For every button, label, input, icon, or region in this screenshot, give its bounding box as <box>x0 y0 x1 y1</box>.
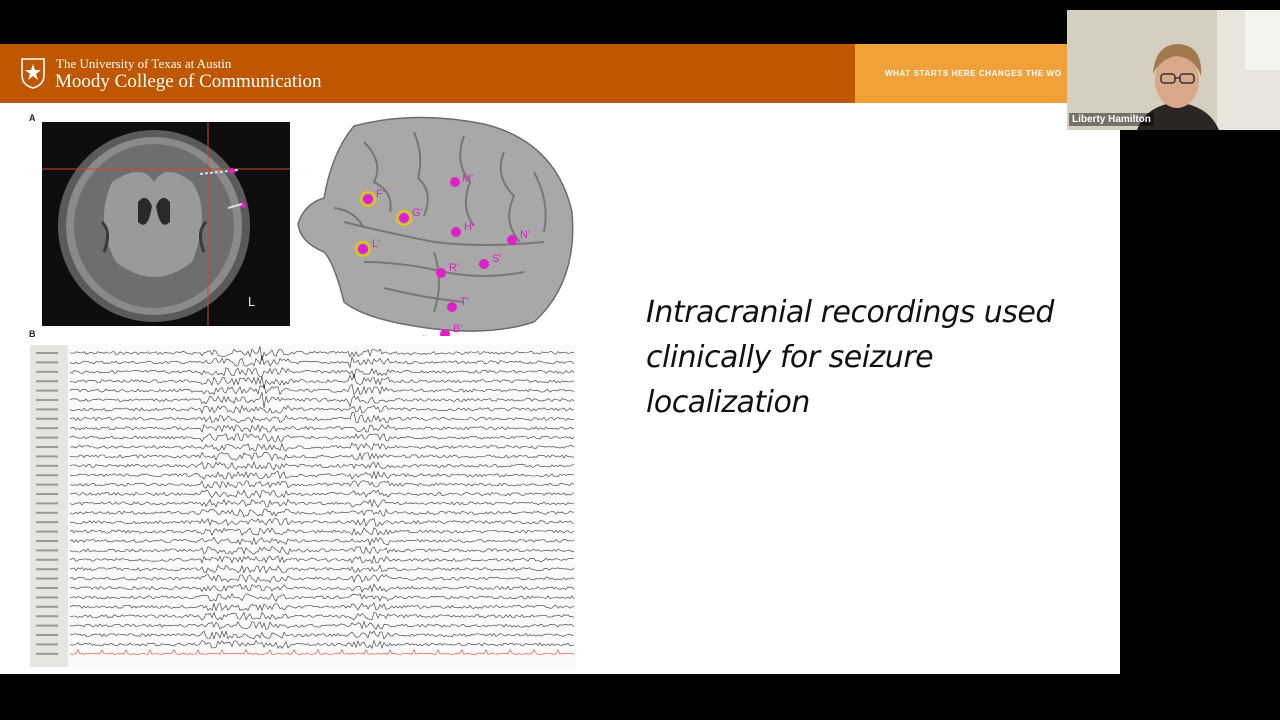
electrode-label: F' <box>376 188 385 200</box>
participant-video <box>1067 10 1280 130</box>
electrode-label: R' <box>449 262 459 274</box>
university-banner: The University of Texas at Austin Moody … <box>0 44 1120 103</box>
electrode-label: H' <box>464 221 474 233</box>
electrode-label: G' <box>412 207 423 219</box>
panel-b-label: B <box>29 329 36 339</box>
electrode-label: N' <box>520 229 530 241</box>
participant-name: Liberty Hamilton <box>1069 113 1154 126</box>
mri-side-label: L <box>248 294 255 309</box>
panel-a-label: A <box>29 113 36 123</box>
university-name: The University of Texas at Austin <box>56 56 232 71</box>
electrode-label: T' <box>460 296 469 308</box>
ut-seal-icon <box>21 58 45 89</box>
electrode-label: I' <box>422 334 427 336</box>
electrode-label: S' <box>492 253 501 265</box>
electrode-label: L' <box>372 238 380 250</box>
slide-caption: Intracranial recordings used clinically … <box>646 295 1054 420</box>
mri-scan-image: L <box>42 122 290 326</box>
electrode-label: M' <box>462 173 473 185</box>
webcam-feed[interactable]: Liberty Hamilton <box>1067 10 1280 130</box>
electrode-label: B' <box>453 323 462 335</box>
brain-surface-image: F' G' L' M' H' N' S' R' T' B' I' <box>297 116 574 336</box>
presentation-slide: The University of Texas at Austin Moody … <box>0 44 1120 674</box>
eeg-recording-image <box>30 345 576 667</box>
tagline-text: WHAT STARTS HERE CHANGES THE WO <box>885 69 1062 78</box>
college-name: Moody College of Communication <box>55 71 322 92</box>
